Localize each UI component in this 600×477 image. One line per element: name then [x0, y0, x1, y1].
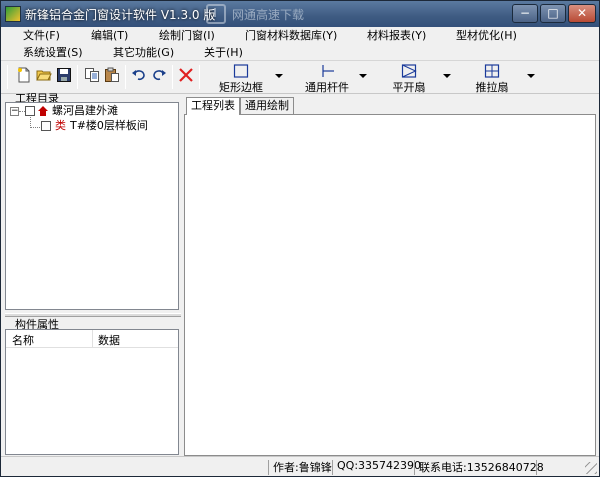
tree-collapse-toggle[interactable]: − — [10, 107, 19, 116]
app-icon — [5, 6, 21, 22]
delete-icon[interactable] — [178, 67, 194, 83]
copy-icon[interactable] — [84, 67, 100, 83]
tool-general-bar-label: 通用杆件 — [305, 81, 349, 94]
menu-about[interactable]: 关于(H) — [204, 44, 243, 61]
menu-bar: 文件(F) 编辑(T) 绘制门窗(I) 门窗材料数据库(Y) 材料报表(Y) 型… — [1, 27, 599, 61]
open-folder-icon[interactable] — [36, 67, 52, 83]
rectangle-frame-icon — [233, 64, 249, 78]
casement-sash-icon — [401, 64, 417, 78]
project-tree[interactable]: − 螺河昌建外滩 类 T#楼0层样板间 — [5, 102, 179, 310]
status-phone: 联系电话:13526840728 — [419, 461, 544, 474]
drawing-canvas[interactable] — [184, 114, 596, 456]
tree-checkbox-project[interactable] — [25, 106, 35, 116]
tree-item-prefix: 类 — [55, 119, 66, 132]
rectangle-frame-dropdown[interactable] — [275, 74, 283, 78]
column-data[interactable]: 数据 — [98, 332, 120, 348]
menu-other-functions[interactable]: 其它功能(G) — [113, 44, 174, 61]
tool-sliding-sash-label: 推拉扇 — [475, 81, 509, 94]
maximize-button[interactable]: □ — [540, 4, 566, 23]
tree-checkbox-floor[interactable] — [41, 121, 51, 131]
column-name[interactable]: 名称 — [12, 332, 34, 348]
menu-draw-window[interactable]: 绘制门窗(I) — [159, 27, 215, 44]
tool-sliding-sash[interactable]: 推拉扇 — [469, 63, 515, 94]
tree-item-floor[interactable]: T#楼0层样板间 — [70, 119, 148, 133]
redo-icon[interactable] — [151, 67, 167, 83]
building-icon — [38, 106, 48, 116]
watermark: 网通高速下载 — [206, 4, 304, 24]
tool-general-bar[interactable]: 通用杆件 — [299, 63, 355, 94]
close-button[interactable]: ✕ — [568, 4, 596, 23]
tool-rectangle-frame[interactable]: 矩形边框 — [213, 63, 269, 94]
menu-material-database[interactable]: 门窗材料数据库(Y) — [245, 27, 337, 44]
left-panel: 工程目录 − 螺河昌建外滩 类 T#楼0层样板间 构件属性 名称 数据 — [5, 92, 181, 456]
app-window: 新锋铝合金门窗设计软件 V1.3.0 版 网通高速下载 − □ ✕ 文件(F) … — [0, 0, 600, 477]
tool-casement-sash[interactable]: 平开扇 — [386, 63, 432, 94]
status-bar: 作者:鲁锦锋 QQ:335742390 联系电话:13526840728 — [1, 456, 599, 476]
window-title: 新锋铝合金门窗设计软件 V1.3.0 版 — [25, 8, 216, 22]
watermark-text: 网通高速下载 — [232, 7, 305, 22]
menu-profile-optimize[interactable]: 型材优化(H) — [456, 27, 517, 44]
save-icon[interactable] — [56, 67, 72, 83]
status-qq: QQ:335742390 — [337, 459, 422, 472]
sliding-sash-dropdown[interactable] — [527, 74, 535, 78]
minimize-button[interactable]: − — [512, 4, 538, 23]
menu-system-settings[interactable]: 系统设置(S) — [23, 44, 83, 61]
title-bar[interactable]: 新锋铝合金门窗设计软件 V1.3.0 版 网通高速下载 − □ ✕ — [1, 1, 599, 27]
properties-header: 名称 数据 — [6, 330, 178, 348]
properties-grid[interactable]: 名称 数据 — [5, 329, 179, 455]
tree-item-project[interactable]: 螺河昌建外滩 — [52, 104, 118, 118]
resize-grip[interactable] — [585, 462, 597, 474]
undo-icon[interactable] — [131, 67, 147, 83]
general-bar-dropdown[interactable] — [359, 74, 367, 78]
tab-general-drawing[interactable]: 通用绘制 — [240, 97, 294, 114]
paste-icon[interactable] — [104, 67, 120, 83]
status-author: 作者:鲁锦锋 — [273, 461, 332, 474]
download-icon — [206, 4, 226, 24]
general-bar-icon — [322, 65, 334, 77]
tool-casement-sash-label: 平开扇 — [392, 81, 426, 94]
new-file-icon[interactable] — [16, 67, 32, 83]
menu-edit[interactable]: 编辑(T) — [91, 27, 128, 44]
casement-sash-dropdown[interactable] — [443, 74, 451, 78]
menu-file[interactable]: 文件(F) — [23, 27, 60, 44]
toolbar: 矩形边框 通用杆件 平开扇 推拉扇 — [1, 62, 599, 94]
tab-project-list[interactable]: 工程列表 — [186, 97, 240, 115]
menu-material-report[interactable]: 材料报表(Y) — [367, 27, 426, 44]
toolbar-grip — [7, 65, 8, 89]
sliding-sash-icon — [484, 64, 500, 78]
tool-rectangle-frame-label: 矩形边框 — [219, 81, 263, 94]
right-panel: 工程列表 通用绘制 — [184, 97, 596, 456]
